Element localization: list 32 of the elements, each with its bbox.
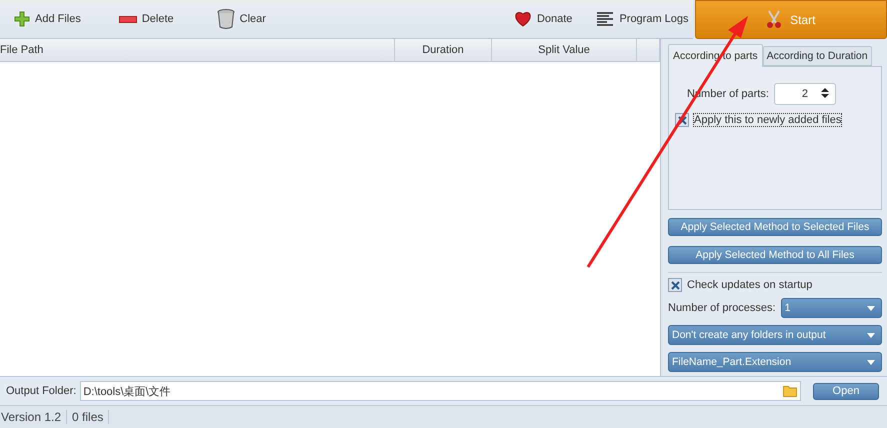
- toolbar-button[interactable]: Donate: [510, 11, 576, 27]
- column-header[interactable]: Split Value: [492, 39, 637, 61]
- status-text: 0 files: [72, 410, 110, 424]
- plus-icon: [14, 11, 30, 27]
- toolbar-button[interactable]: Clear: [212, 9, 270, 29]
- caret-icon: [867, 360, 875, 364]
- parts-spinner[interactable]: 2: [774, 83, 836, 105]
- checkbox-label: Apply this to newly added files: [694, 114, 842, 126]
- folder-dropdown[interactable]: Don't create any folders in output: [668, 325, 882, 345]
- text-lines-icon: [596, 11, 614, 27]
- processes-dropdown[interactable]: 1: [780, 298, 882, 318]
- toolbar-button[interactable]: Delete: [114, 13, 178, 25]
- cross-icon: [670, 280, 680, 290]
- folder-icon[interactable]: [783, 385, 798, 397]
- minus-icon: [118, 16, 137, 22]
- output-folder-label: Output Folder:: [6, 385, 76, 397]
- column-header[interactable]: File Path: [0, 39, 395, 61]
- cross-icon: [678, 116, 686, 124]
- caret-icon: [867, 306, 875, 310]
- output-folder-field[interactable]: D:\tools\桌面\文件: [80, 381, 801, 401]
- toolbar-button[interactable]: Add Files: [10, 11, 85, 27]
- heart-icon: [514, 11, 532, 27]
- checkbox-label: Check updates on startup: [687, 279, 812, 291]
- scissors-icon: [766, 10, 782, 30]
- toolbar-button[interactable]: Program Logs: [592, 11, 693, 27]
- caret-icon: [867, 332, 875, 338]
- processes-label: Number of processes:: [668, 302, 776, 314]
- trash-can-icon: [216, 9, 235, 29]
- status-text: Version 1.2: [1, 410, 68, 424]
- checkbox[interactable]: [668, 278, 682, 292]
- tab[interactable]: According to Duration: [762, 46, 872, 66]
- column-header[interactable]: Duration: [395, 39, 492, 61]
